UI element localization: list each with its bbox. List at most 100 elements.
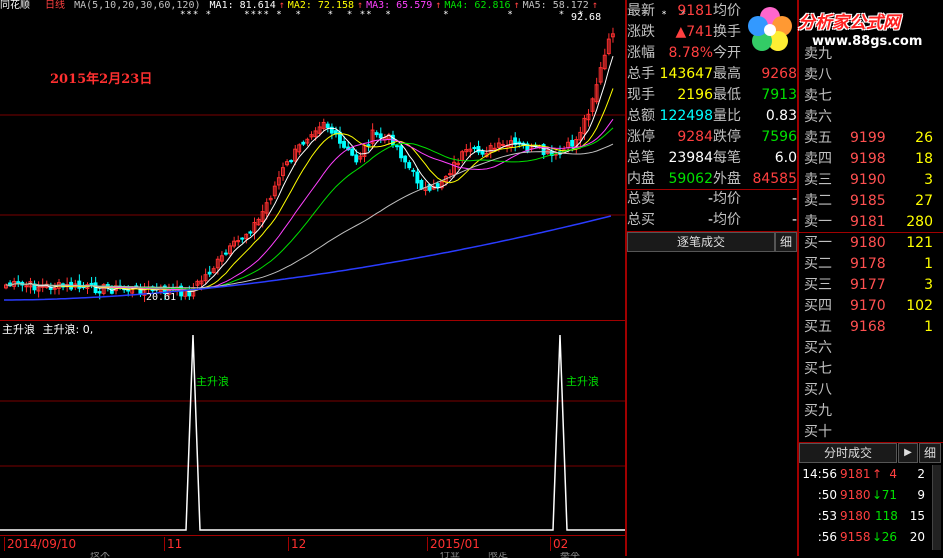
ticks-scrollbar[interactable] — [932, 465, 941, 550]
quote-value: 2196 — [677, 87, 713, 103]
quote-label: 今开 — [713, 45, 741, 61]
quote-label: 均价 — [713, 191, 741, 207]
bottom-tab[interactable]: 技术 — [90, 552, 110, 558]
quote-label: 均价 — [713, 3, 741, 19]
candle-body — [374, 132, 379, 136]
bottom-tab[interactable]: 限定 — [488, 552, 508, 558]
book-lbl: 卖八 — [804, 67, 832, 83]
bid-row[interactable]: 买十 — [804, 422, 939, 443]
indicator-panel[interactable]: 主升浪 主升浪: 0, 主升浪 主升浪 — [0, 321, 625, 535]
ask-row[interactable]: 卖二 9185 27 — [804, 191, 939, 212]
tick-volume: 4 — [889, 467, 897, 481]
book-lbl: 买九 — [804, 403, 832, 419]
bid-row[interactable]: 买八 — [804, 380, 939, 401]
candle-body — [447, 173, 452, 176]
candle-body — [415, 171, 420, 184]
candle-body — [16, 281, 21, 284]
candle-body — [77, 280, 82, 289]
quote-label: 总手 — [627, 66, 655, 82]
quote-value: 59062 — [668, 171, 713, 187]
bid-row[interactable]: 买九 — [804, 401, 939, 422]
book-vol: 27 — [915, 193, 933, 209]
candle-body — [325, 123, 330, 129]
trade-detail-tab[interactable]: 逐笔成交 — [627, 232, 775, 252]
tick-row: :50 9180 ↓ 71 9 — [797, 485, 943, 505]
book-lbl: 买三 — [804, 277, 832, 293]
quote-label: 每笔 — [713, 150, 741, 166]
bottom-tab[interactable]: 基本 — [560, 552, 580, 558]
tick-price: 9158 — [840, 530, 871, 544]
quote-label: 内盘 — [627, 171, 655, 187]
ma-line-5 — [5, 143, 614, 289]
bid-row[interactable]: 买五 9168 1 — [804, 317, 939, 338]
book-lbl: 卖九 — [804, 46, 832, 62]
tick-count: 15 — [909, 509, 925, 523]
book-lbl: 卖六 — [804, 109, 832, 125]
book-vol: 280 — [906, 214, 933, 230]
candle-body — [403, 155, 408, 163]
quote-value: 122498 — [659, 108, 713, 124]
tick-price: 9180 — [840, 488, 871, 502]
ask-row[interactable]: 卖一 9181 280 — [804, 212, 939, 233]
quote-value: ▲741 — [675, 24, 714, 40]
candle-body — [289, 160, 294, 163]
ask-row[interactable]: 卖七 — [804, 86, 939, 107]
tick-time: :50 — [817, 488, 837, 502]
bottom-tabs: 技术 行业 限定 基本 — [0, 550, 625, 558]
ask-row[interactable]: 卖九 — [804, 44, 939, 65]
x-axis-label: 02 — [550, 537, 568, 551]
candle-body — [350, 148, 355, 156]
candle-body — [407, 162, 412, 169]
book-lbl: 买十 — [804, 424, 832, 440]
quote-label: 均价 — [713, 212, 741, 228]
bid-row[interactable]: 买三 9177 3 — [804, 275, 939, 296]
main-chart-panel[interactable]: 同花顺 日线 MA(5,10,20,30,60,120) MA1: 81.614… — [0, 0, 686, 320]
ticks-tab[interactable]: 分时成交 — [799, 443, 897, 463]
book-lbl: 卖三 — [804, 172, 832, 188]
quote-label: 总卖 — [627, 191, 655, 207]
candle-body — [97, 291, 102, 294]
bid-row[interactable]: 买一 9180 121 — [804, 233, 939, 254]
quote-label: 最低 — [713, 87, 741, 103]
trade-detail-expand[interactable]: 细 — [775, 232, 797, 252]
ask-row[interactable]: 卖五 9199 26 — [804, 128, 939, 149]
quote-row: 总额 122498 量比 0.83 — [627, 106, 797, 127]
bid-row[interactable]: 买六 — [804, 338, 939, 359]
candle-body — [399, 145, 403, 159]
tick-time: :56 — [817, 530, 837, 544]
quote-row: 总手 143647 最高 9268 — [627, 64, 797, 85]
book-lbl: 买五 — [804, 319, 832, 335]
tick-count: 20 — [909, 530, 925, 544]
tick-time: :53 — [817, 509, 837, 523]
tick-row: 14:56 9181 ↑ 4 2 — [797, 464, 943, 484]
quote-label: 最高 — [713, 66, 741, 82]
ticks-detail-tab[interactable]: 细 — [919, 443, 941, 463]
bid-row[interactable]: 买二 9178 1 — [804, 254, 939, 275]
quote-row: 现手 2196 最低 7913 — [627, 85, 797, 106]
ask-row[interactable]: 卖四 9198 18 — [804, 149, 939, 170]
quote-label: 现手 — [627, 87, 655, 103]
candle-body — [411, 169, 416, 172]
bid-row[interactable]: 买七 — [804, 359, 939, 380]
quote-label: 总额 — [627, 108, 655, 124]
ask-row[interactable]: 卖八 — [804, 65, 939, 86]
candle-body — [492, 147, 497, 150]
bid-row[interactable]: 买四 9170 102 — [804, 296, 939, 317]
ticks-play-button[interactable]: ▶ — [898, 443, 918, 463]
tick-row: :56 9158 ↓ 26 20 — [797, 527, 943, 547]
quote-value: 23984 — [668, 150, 713, 166]
book-vol: 121 — [906, 235, 933, 251]
candle-body — [378, 133, 383, 139]
book-lbl: 买一 — [804, 235, 832, 251]
bottom-tab[interactable]: 行业 — [440, 552, 460, 558]
quote-value: 9181 — [677, 3, 713, 19]
book-pr: 9185 — [850, 193, 886, 209]
book-lbl: 买七 — [804, 361, 832, 377]
candle-body — [52, 287, 57, 290]
x-axis-label: 2014/09/10 — [4, 537, 76, 551]
ask-row[interactable]: 卖六 — [804, 107, 939, 128]
book-vol: 3 — [924, 277, 933, 293]
quote-row: 总卖 - 均价 - — [627, 189, 797, 210]
ask-row[interactable]: 卖三 9190 3 — [804, 170, 939, 191]
quote-value: 0.83 — [765, 108, 797, 124]
